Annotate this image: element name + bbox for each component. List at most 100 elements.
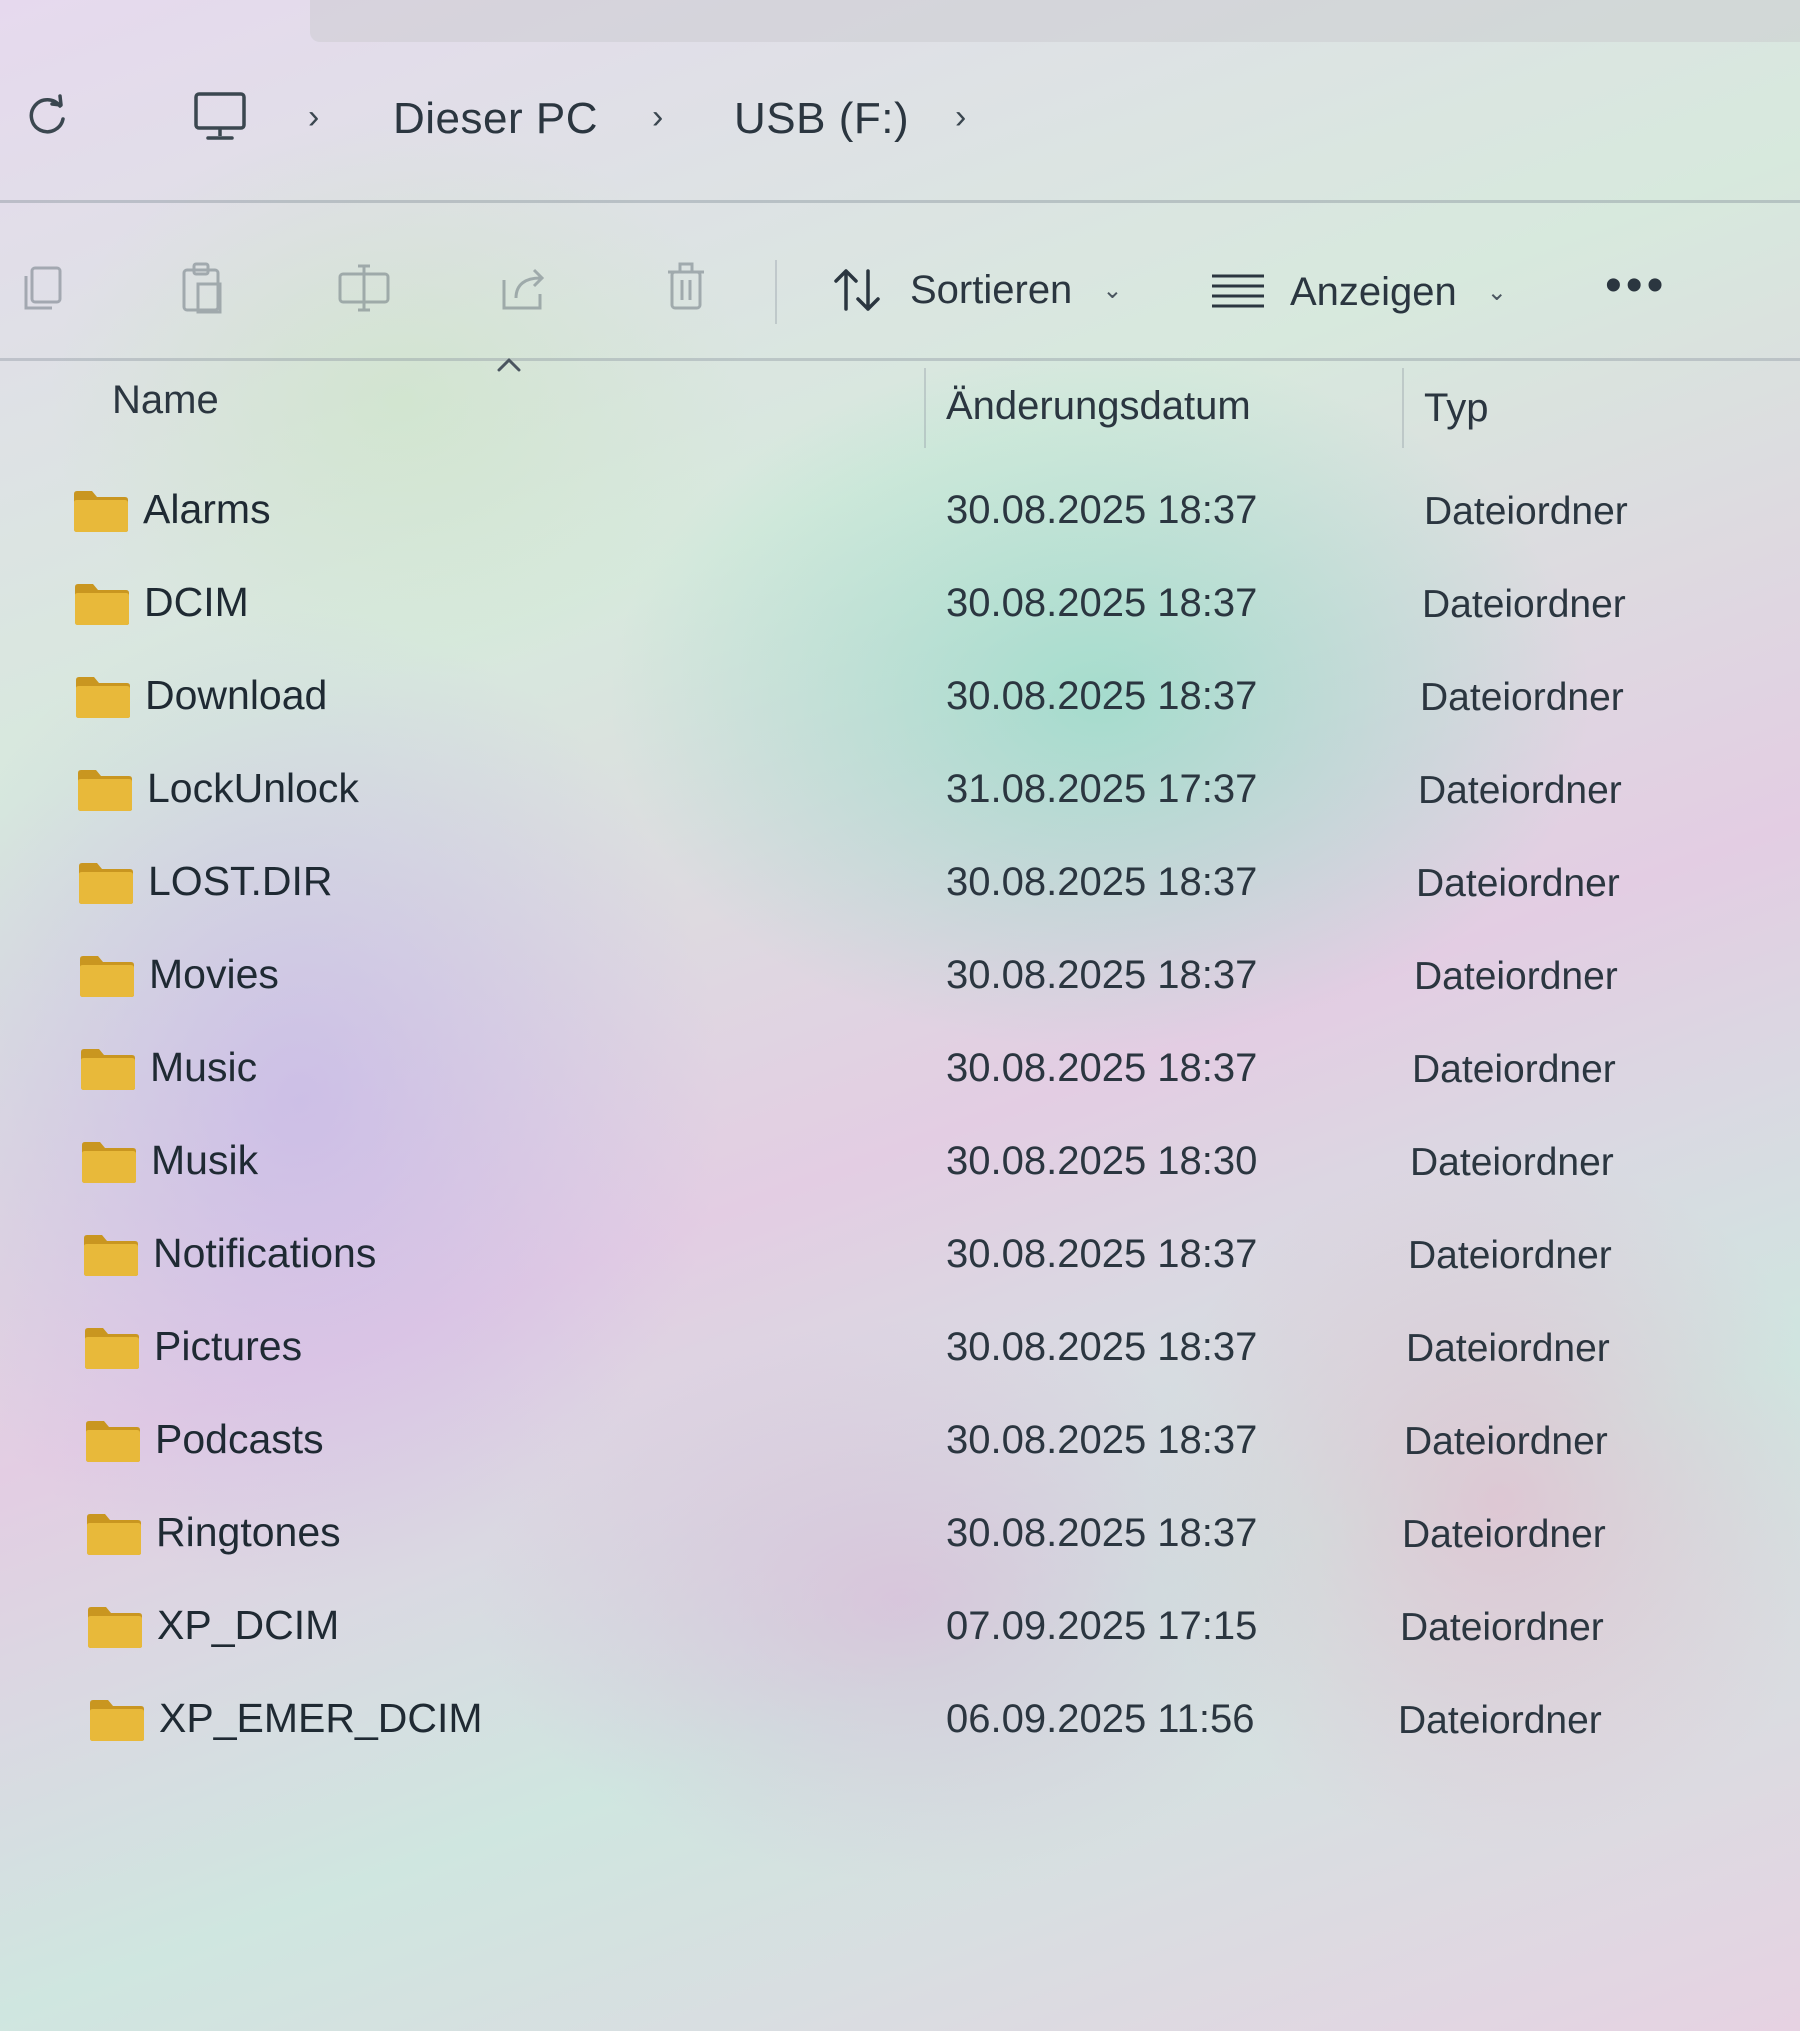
paste-icon: [182, 262, 222, 314]
folder-icon: [78, 770, 132, 811]
file-type: Dateiordner: [1420, 676, 1624, 719]
file-row[interactable]: LOST.DIR 30.08.2025 18:37 Dateiordner: [0, 842, 1800, 934]
file-row[interactable]: XP_DCIM 07.09.2025 17:15 Dateiordner: [0, 1586, 1800, 1678]
folder-icon: [74, 491, 128, 532]
file-name: Ringtones: [156, 1509, 341, 1555]
window-top-strip: [310, 0, 1800, 42]
file-name: LOST.DIR: [148, 858, 333, 904]
file-row[interactable]: Ringtones 30.08.2025 18:37 Dateiordner: [0, 1493, 1800, 1585]
folder-icon: [80, 956, 134, 997]
file-date: 30.08.2025 18:37: [946, 674, 1258, 718]
monitor-icon: [194, 92, 246, 140]
share-button[interactable]: [494, 258, 554, 318]
file-type: Dateiordner: [1400, 1606, 1604, 1649]
file-type: Dateiordner: [1408, 1234, 1612, 1277]
file-date: 30.08.2025 18:37: [946, 1232, 1258, 1276]
file-row[interactable]: LockUnlock 31.08.2025 17:37 Dateiordner: [0, 749, 1800, 841]
chevron-right-icon[interactable]: ›: [308, 98, 319, 137]
this-pc-button[interactable]: [190, 90, 250, 146]
view-button[interactable]: Anzeigen ⌄: [1210, 262, 1507, 322]
file-type: Dateiordner: [1412, 1048, 1616, 1091]
file-date: 30.08.2025 18:37: [946, 488, 1258, 532]
file-row[interactable]: Download 30.08.2025 18:37 Dateiordner: [0, 656, 1800, 748]
rename-icon: [338, 264, 390, 312]
file-date: 30.08.2025 18:37: [946, 860, 1258, 904]
file-row[interactable]: DCIM 30.08.2025 18:37 Dateiordner: [0, 563, 1800, 655]
more-options-button[interactable]: •••: [1605, 258, 1667, 313]
column-divider[interactable]: [1402, 368, 1404, 448]
file-date: 30.08.2025 18:37: [946, 1046, 1258, 1090]
file-name: LockUnlock: [147, 765, 359, 811]
file-row[interactable]: Pictures 30.08.2025 18:37 Dateiordner: [0, 1307, 1800, 1399]
rename-button[interactable]: [334, 258, 394, 318]
divider: [0, 200, 1800, 203]
file-type: Dateiordner: [1424, 490, 1628, 533]
share-icon: [502, 268, 545, 310]
folder-icon: [85, 1328, 139, 1369]
file-row[interactable]: Alarms 30.08.2025 18:37 Dateiordner: [0, 470, 1800, 562]
column-header-date[interactable]: Änderungsdatum: [946, 384, 1251, 429]
trash-icon: [668, 262, 704, 310]
copy-button[interactable]: [14, 258, 74, 318]
folder-icon: [76, 677, 130, 718]
file-row[interactable]: Movies 30.08.2025 18:37 Dateiordner: [0, 935, 1800, 1027]
file-row[interactable]: Music 30.08.2025 18:37 Dateiordner: [0, 1028, 1800, 1120]
list-view-icon: [1212, 274, 1264, 308]
file-type: Dateiordner: [1398, 1699, 1602, 1742]
file-name: XP_DCIM: [157, 1602, 340, 1648]
column-header-name[interactable]: Name: [112, 378, 219, 423]
file-name: XP_EMER_DCIM: [159, 1695, 483, 1741]
paste-button[interactable]: [172, 258, 232, 318]
column-divider[interactable]: [924, 368, 926, 448]
file-date: 07.09.2025 17:15: [946, 1604, 1258, 1648]
folder-icon: [75, 584, 129, 625]
file-name: Notifications: [153, 1230, 377, 1276]
folder-icon: [87, 1514, 141, 1555]
sort-ascending-icon: [497, 358, 521, 372]
command-bar: Sortieren ⌄ Anzeigen ⌄ •••: [0, 240, 1800, 340]
chevron-right-icon[interactable]: ›: [955, 98, 966, 137]
file-type: Dateiordner: [1422, 583, 1626, 626]
file-date: 06.09.2025 11:56: [946, 1697, 1255, 1741]
column-header-type[interactable]: Typ: [1424, 386, 1488, 431]
file-date: 30.08.2025 18:30: [946, 1139, 1258, 1183]
folder-icon: [81, 1049, 135, 1090]
file-type: Dateiordner: [1406, 1327, 1610, 1370]
chevron-down-icon: ⌄: [1102, 276, 1123, 304]
file-date: 30.08.2025 18:37: [946, 581, 1258, 625]
file-row[interactable]: Musik 30.08.2025 18:30 Dateiordner: [0, 1121, 1800, 1213]
copy-icon: [24, 266, 62, 310]
breadcrumb-item-usb[interactable]: USB (F:): [734, 94, 909, 144]
file-type: Dateiordner: [1416, 862, 1620, 905]
file-date: 30.08.2025 18:37: [946, 1325, 1258, 1369]
sort-button[interactable]: Sortieren ⌄: [830, 260, 1122, 320]
file-date: 30.08.2025 18:37: [946, 1418, 1258, 1462]
file-name: Music: [150, 1044, 258, 1090]
folder-icon: [82, 1142, 136, 1183]
file-type: Dateiordner: [1410, 1141, 1614, 1184]
refresh-button[interactable]: [22, 92, 72, 142]
refresh-icon: [29, 94, 65, 134]
file-type: Dateiordner: [1404, 1420, 1608, 1463]
delete-button[interactable]: [656, 258, 716, 318]
file-type: Dateiordner: [1418, 769, 1622, 812]
file-row[interactable]: Notifications 30.08.2025 18:37 Dateiordner: [0, 1214, 1800, 1306]
breadcrumb-item-this-pc[interactable]: Dieser PC: [393, 94, 598, 144]
file-name: Movies: [149, 951, 279, 997]
view-label: Anzeigen: [1290, 269, 1457, 314]
file-row[interactable]: Podcasts 30.08.2025 18:37 Dateiordner: [0, 1400, 1800, 1492]
folder-icon: [84, 1235, 138, 1276]
sort-label: Sortieren: [910, 267, 1073, 312]
chevron-down-icon: ⌄: [1486, 278, 1507, 306]
folder-icon: [79, 863, 133, 904]
file-date: 30.08.2025 18:37: [946, 953, 1258, 997]
file-date: 31.08.2025 17:37: [946, 767, 1258, 811]
file-row[interactable]: XP_EMER_DCIM 06.09.2025 11:56 Dateiordner: [0, 1679, 1800, 1771]
toolbar-separator: [775, 260, 777, 324]
address-bar: › Dieser PC › USB (F:) ›: [0, 60, 1800, 180]
chevron-right-icon[interactable]: ›: [652, 98, 663, 137]
file-name: Musik: [151, 1137, 259, 1183]
file-name: Download: [145, 672, 328, 718]
folder-icon: [86, 1421, 140, 1462]
file-date: 30.08.2025 18:37: [946, 1511, 1258, 1555]
